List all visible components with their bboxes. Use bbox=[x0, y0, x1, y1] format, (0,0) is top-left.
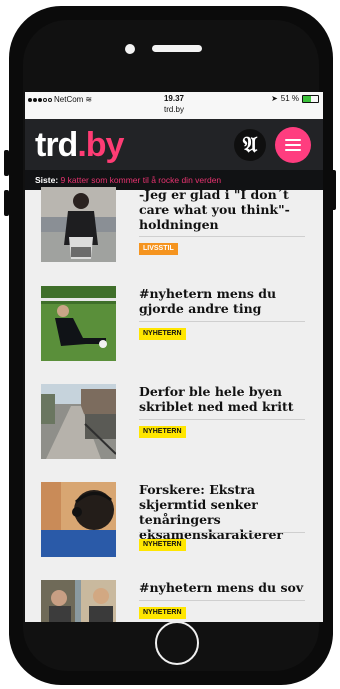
divider bbox=[139, 419, 305, 420]
hamburger-menu-icon bbox=[285, 139, 301, 141]
status-bar: NetCom ≋ 19.37 ➤ 51 % bbox=[25, 92, 323, 106]
article-headline[interactable]: Derfor ble hele byen skriblet ned med kr… bbox=[139, 384, 307, 414]
category-tag[interactable]: NYHETERN bbox=[139, 607, 186, 619]
article-thumbnail[interactable] bbox=[41, 482, 116, 557]
divider bbox=[139, 236, 305, 237]
location-icon: ➤ bbox=[271, 94, 278, 103]
category-tag[interactable]: NYHETERN bbox=[139, 426, 186, 438]
article-thumbnail[interactable] bbox=[41, 187, 116, 262]
category-tag[interactable]: NYHETERN bbox=[139, 539, 186, 551]
article-feed: -Jeg er glad i "I don´t care what you th… bbox=[25, 187, 323, 622]
category-tag[interactable]: LIVSSTIL bbox=[139, 243, 178, 255]
front-camera bbox=[125, 44, 135, 54]
ticker-label: Siste: bbox=[35, 175, 59, 185]
menu-button[interactable] bbox=[275, 127, 311, 163]
category-tag[interactable]: NYHETERN bbox=[139, 328, 186, 340]
battery-percent: 51 % bbox=[280, 94, 299, 103]
divider bbox=[139, 532, 305, 533]
volume-down-button bbox=[4, 190, 9, 216]
article-headline[interactable]: Forskere: Ekstra skjermtid senker tenåri… bbox=[139, 482, 307, 542]
logo-main: trd bbox=[35, 126, 78, 164]
battery-icon bbox=[302, 94, 319, 103]
divider bbox=[139, 321, 305, 322]
article-thumbnail[interactable] bbox=[41, 580, 116, 622]
site-logo[interactable]: trd.by bbox=[35, 125, 124, 165]
article-thumbnail[interactable] bbox=[41, 286, 116, 361]
divider bbox=[139, 600, 305, 601]
article-headline[interactable]: -Jeg er glad i "I don´t care what you th… bbox=[139, 187, 307, 232]
site-header: trd.by 𝔄 bbox=[25, 119, 323, 170]
ticker-text: 9 katter som kommer til å rocke din verd… bbox=[60, 175, 222, 185]
power-button bbox=[331, 170, 336, 210]
earpiece-speaker bbox=[152, 45, 202, 52]
volume-up-button bbox=[4, 150, 9, 176]
article-thumbnail[interactable] bbox=[41, 384, 116, 459]
adresseavisen-icon[interactable]: 𝔄 bbox=[234, 129, 266, 161]
logo-suffix: .by bbox=[77, 126, 124, 164]
phone-screen: NetCom ≋ 19.37 ➤ 51 % trd.by trd.by 𝔄 Si… bbox=[25, 92, 323, 622]
article-headline[interactable]: #nyhetern mens du gjorde andre ting bbox=[139, 286, 307, 316]
hamburger-line bbox=[285, 144, 301, 146]
address-bar[interactable]: trd.by bbox=[25, 105, 323, 119]
home-button[interactable] bbox=[155, 621, 199, 665]
hamburger-line bbox=[285, 149, 301, 151]
article-headline[interactable]: #nyhetern mens du sov bbox=[139, 580, 307, 595]
